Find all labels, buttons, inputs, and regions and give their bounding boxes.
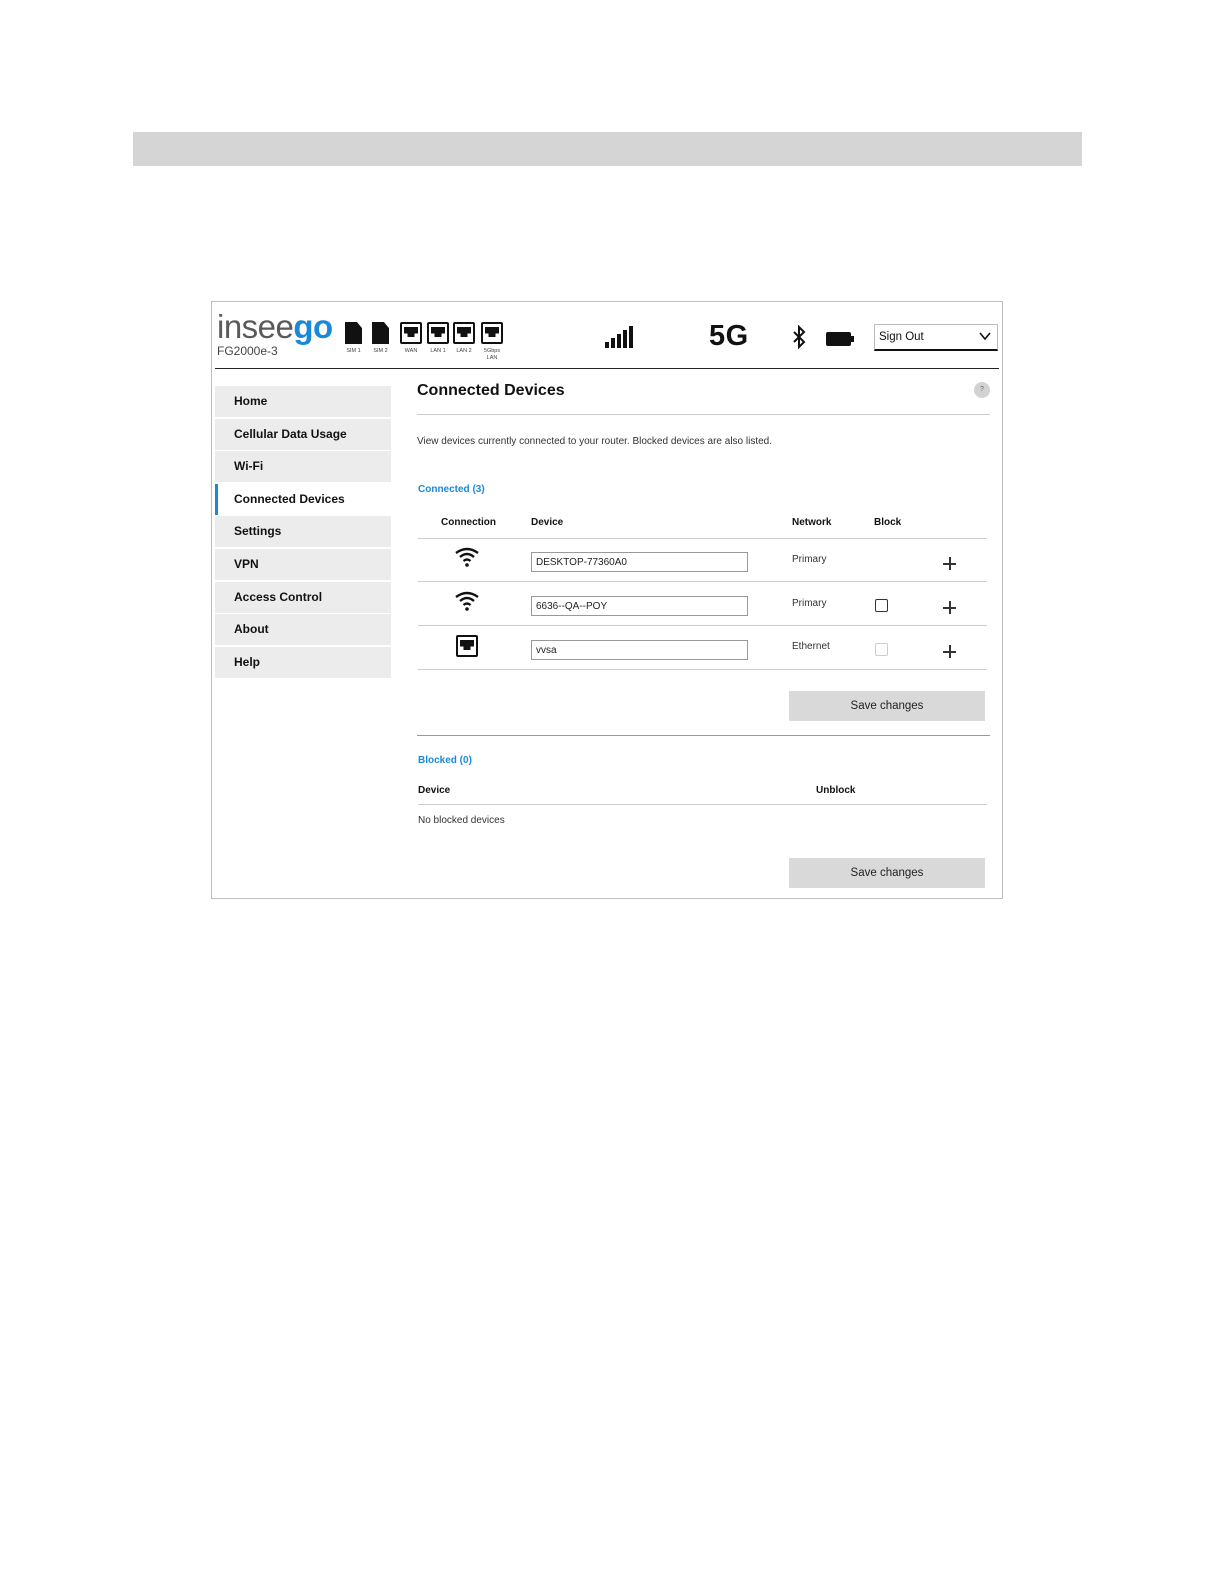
5gbps-lan-port-status: 5Gbps LAN (480, 322, 504, 362)
sidebar-item-cellular-data-usage[interactable]: Cellular Data Usage (215, 418, 391, 450)
row-divider (418, 625, 987, 626)
page-description: View devices currently connected to your… (417, 436, 772, 447)
row-divider (418, 669, 987, 670)
column-header-device: Device (418, 785, 451, 796)
connected-section-label: Connected (3) (418, 484, 485, 495)
header-divider (418, 538, 987, 539)
sidebar-item-help[interactable]: Help (215, 646, 391, 678)
sim2-status: SIM 2 (372, 322, 389, 355)
sidebar-item-about[interactable]: About (215, 614, 391, 646)
row-divider (418, 581, 987, 582)
network-type-indicator: 5G (709, 320, 749, 352)
header-bar: inseego FG2000e-3 SIM 1 SIM 2 WAN LAN 1 … (215, 302, 999, 369)
wan-port-status: WAN (400, 322, 422, 355)
sim1-status: SIM 1 (345, 322, 362, 355)
network-label: Ethernet (792, 641, 830, 652)
header-divider (418, 804, 987, 805)
sidebar-item-connected-devices[interactable]: Connected Devices (215, 483, 391, 515)
sidebar-item-wifi[interactable]: Wi-Fi (215, 451, 391, 483)
device-model: FG2000e-3 (217, 344, 278, 358)
device-name-input[interactable] (531, 552, 748, 572)
device-name-input[interactable] (531, 596, 748, 616)
signal-strength-icon (605, 326, 635, 348)
network-label: Primary (792, 598, 827, 609)
sidebar-item-access-control[interactable]: Access Control (215, 581, 391, 613)
ethernet-port-icon (427, 322, 449, 344)
column-header-device: Device (531, 517, 564, 528)
expand-plus-icon[interactable] (943, 557, 956, 570)
router-admin-window: inseego FG2000e-3 SIM 1 SIM 2 WAN LAN 1 … (211, 301, 1003, 899)
sim-card-icon (372, 322, 389, 344)
ethernet-icon (456, 635, 478, 657)
help-icon[interactable]: ? (974, 382, 990, 398)
sidebar-item-settings[interactable]: Settings (215, 516, 391, 548)
page-top-band (133, 132, 1082, 166)
wifi-icon (455, 591, 479, 611)
save-changes-button[interactable]: Save changes (789, 858, 985, 888)
expand-plus-icon[interactable] (943, 645, 956, 658)
expand-plus-icon[interactable] (943, 601, 956, 614)
wifi-icon (455, 547, 479, 567)
column-header-connection: Connection (441, 517, 496, 528)
section-divider (417, 735, 990, 736)
ethernet-port-icon (453, 322, 475, 344)
ethernet-port-icon (481, 322, 503, 344)
column-header-network: Network (792, 517, 832, 528)
block-checkbox-disabled (875, 643, 888, 656)
column-header-unblock: Unblock (816, 785, 856, 796)
bluetooth-icon (793, 325, 806, 349)
ethernet-port-icon (400, 322, 422, 344)
chevron-down-icon (979, 332, 991, 341)
column-header-block: Block (874, 517, 902, 528)
title-divider (417, 414, 990, 415)
sim-card-icon (345, 322, 362, 344)
network-label: Primary (792, 554, 827, 565)
sign-out-label: Sign Out (879, 331, 924, 343)
block-checkbox[interactable] (875, 599, 888, 612)
lan2-port-status: LAN 2 (453, 322, 475, 355)
device-name-input[interactable] (531, 640, 748, 660)
page-title: Connected Devices (417, 382, 565, 399)
lan1-port-status: LAN 1 (427, 322, 449, 355)
battery-icon (826, 332, 854, 346)
save-changes-button[interactable]: Save changes (789, 691, 985, 721)
sign-out-dropdown[interactable]: Sign Out (874, 324, 998, 351)
sidebar-item-home[interactable]: Home (215, 386, 391, 417)
no-blocked-devices-text: No blocked devices (418, 815, 505, 826)
inseego-logo: inseego (217, 308, 333, 345)
blocked-section-label: Blocked (0) (418, 755, 472, 766)
sidebar-item-vpn[interactable]: VPN (215, 548, 391, 580)
sidebar-nav: Home Cellular Data Usage Wi-Fi Connected… (215, 386, 391, 679)
